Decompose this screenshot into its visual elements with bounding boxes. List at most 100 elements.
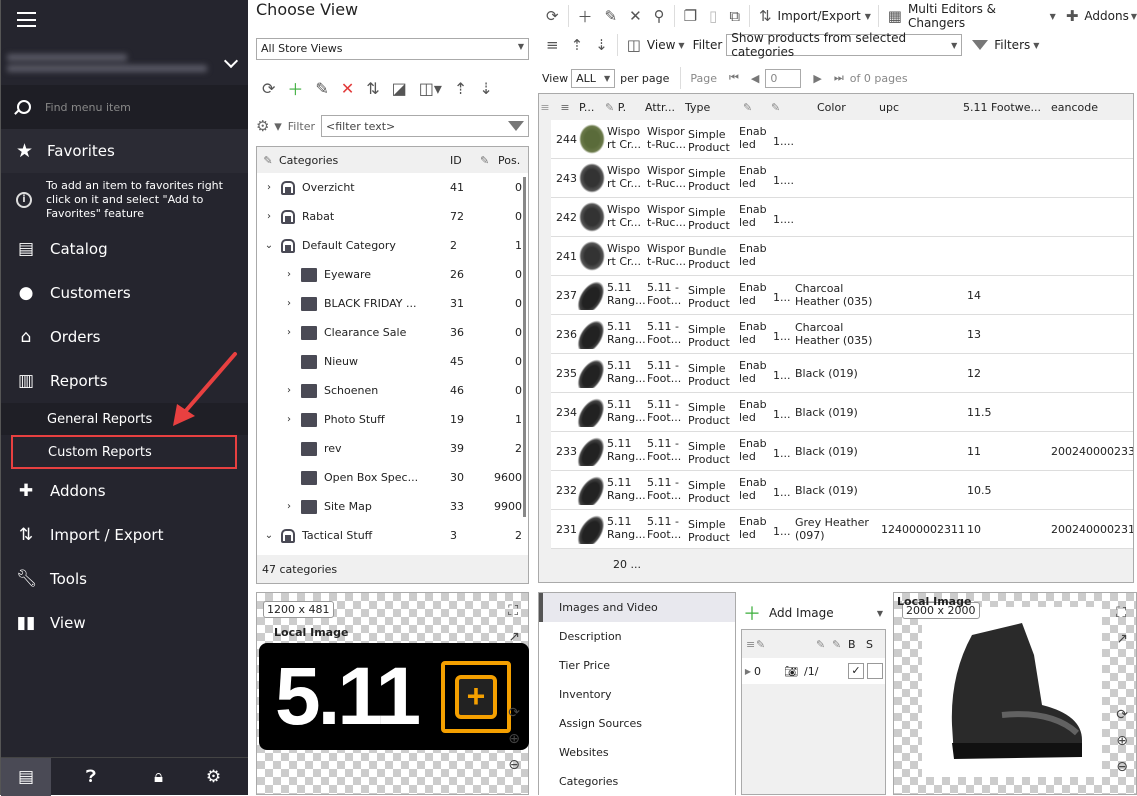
pencil-icon[interactable]: ✎ <box>743 101 771 114</box>
table-row[interactable]: 242 Wispo rt Cr... Wispor t-Ruc... Simpl… <box>551 198 1133 237</box>
header-col[interactable]: Color <box>817 101 879 114</box>
tab-tier-price[interactable]: Tier Price <box>539 651 735 680</box>
first-page-icon[interactable]: ⏮ <box>729 71 739 85</box>
zoom-in-icon[interactable]: ⊕ <box>1116 733 1128 749</box>
hamburger-menu-icon[interactable] <box>17 12 36 27</box>
table-row[interactable]: 244 Wispo rt Cr... Wispor t-Ruc... Simpl… <box>551 120 1133 159</box>
zoom-in-icon[interactable]: ⊕ <box>508 731 520 747</box>
import-export-icon[interactable]: ⇅ <box>366 79 379 98</box>
table-row[interactable]: 236 5.11 Rang... 5.11 - Foot... Simple P… <box>551 315 1133 354</box>
header-col[interactable]: Attr... <box>645 101 685 114</box>
table-row[interactable]: 232 5.11 Rang... 5.11 - Foot... Simple P… <box>551 471 1133 510</box>
chevron-right-icon[interactable]: › <box>263 211 275 222</box>
chevron-right-icon[interactable]: › <box>283 414 295 425</box>
header-col[interactable]: 5.11 Footwe... <box>963 101 1051 114</box>
chevron-right-icon[interactable]: › <box>283 385 295 396</box>
catalog-icon[interactable]: ▤ <box>1 757 51 796</box>
chevron-down-icon[interactable] <box>223 53 239 69</box>
sidebar-item-reports[interactable]: ▥ Reports <box>1 359 248 403</box>
lock-icon[interactable]: 🔒︎ <box>131 758 186 796</box>
page-input[interactable]: 0 <box>765 68 802 88</box>
edit-icon[interactable]: ✎ <box>315 79 328 98</box>
sidebar-subitem-custom-reports[interactable]: Custom Reports <box>11 435 237 469</box>
header-id[interactable]: ID <box>450 154 480 167</box>
add-image-button[interactable]: ＋ Add Image ▼ <box>743 600 883 626</box>
delete-icon[interactable]: ✕ <box>629 7 642 25</box>
refresh-icon[interactable]: ⟳ <box>262 79 275 98</box>
image-row[interactable]: ▶ 0 📷︎ /1/ ✓ <box>742 658 885 684</box>
tree-row[interactable]: ⌄ Default Category 2 1 <box>257 231 528 260</box>
sidebar-item-catalog[interactable]: ▤ Catalog <box>1 227 248 271</box>
header-small[interactable]: S <box>866 638 873 651</box>
tree-row[interactable]: › Eyeware 26 0 <box>257 260 528 289</box>
delete-icon[interactable]: ✕ <box>341 79 354 98</box>
tree-row[interactable]: › Overzicht 41 0 <box>257 173 528 202</box>
move-down-icon[interactable]: ⇣ <box>479 79 492 98</box>
sidebar-item-import-export[interactable]: ⇅ Import / Export <box>1 513 248 557</box>
per-page-select[interactable]: ALL ▼ <box>571 68 616 88</box>
tree-row[interactable]: › Site Map 33 9900 <box>257 492 528 521</box>
tab-description[interactable]: Description <box>539 622 735 651</box>
edit-icon[interactable]: ✎ <box>605 7 618 25</box>
zoom-out-icon[interactable]: ⊖ <box>1116 759 1128 775</box>
chevron-right-icon[interactable]: › <box>283 269 295 280</box>
table-row[interactable]: 237 5.11 Rang... 5.11 - Foot... Simple P… <box>551 276 1133 315</box>
sidebar-item-tools[interactable]: 🔧︎ Tools <box>1 557 248 601</box>
prev-page-icon[interactable]: ◀ <box>751 72 759 85</box>
category-filter-input[interactable]: <filter text> <box>321 115 529 137</box>
sidebar-item-favorites[interactable]: ★ Favorites <box>1 129 248 173</box>
table-row[interactable]: 235 5.11 Rang... 5.11 - Foot... Simple P… <box>551 354 1133 393</box>
header-col[interactable]: Type <box>685 101 743 114</box>
refresh-icon[interactable]: ⟳ <box>546 7 559 25</box>
table-row[interactable]: 234 5.11 Rang... 5.11 - Foot... Simple P… <box>551 393 1133 432</box>
tree-row[interactable]: › Schoenen 46 0 <box>257 376 528 405</box>
header-base[interactable]: B <box>848 638 866 651</box>
open-external-icon[interactable]: ↗ <box>1116 631 1128 647</box>
table-row[interactable]: 241 Wispo rt Cr... Wispor t-Ruc... Bundl… <box>551 237 1133 276</box>
paste-icon[interactable]: ▯ <box>709 7 717 25</box>
funnel-icon[interactable] <box>508 121 524 131</box>
move-up-icon[interactable]: ⇡ <box>571 36 584 54</box>
sidebar-item-addons[interactable]: ✚ Addons <box>1 469 248 513</box>
table-row[interactable]: 233 5.11 Rang... 5.11 - Foot... Simple P… <box>551 432 1133 471</box>
tree-row[interactable]: ⌄ Tactical Stuff 3 2 <box>257 521 528 550</box>
tree-row[interactable]: Open Box Spec... 30 9600 <box>257 463 528 492</box>
rotate-icon[interactable]: ⟳ <box>508 705 520 721</box>
multi-editors-menu[interactable]: Multi Editors & Changers <box>908 2 1046 30</box>
tab-inventory[interactable]: Inventory <box>539 680 735 709</box>
chevron-right-icon[interactable]: › <box>283 298 295 309</box>
chevron-right-icon[interactable]: › <box>263 182 275 193</box>
chevron-right-icon[interactable]: › <box>283 327 295 338</box>
view-options-icon[interactable]: ◫▾ <box>419 79 442 98</box>
view-menu[interactable]: View <box>647 38 675 52</box>
search-icon[interactable]: ⚲ <box>654 7 665 25</box>
chevron-down-icon[interactable]: ⌄ <box>263 240 275 251</box>
open-external-icon[interactable]: ↗ <box>508 629 520 645</box>
chevron-down-icon[interactable]: ⌄ <box>263 530 275 541</box>
header-col[interactable]: eancode <box>1051 101 1121 114</box>
sidebar-subitem-general-reports[interactable]: General Reports <box>1 403 248 435</box>
move-up-icon[interactable]: ⇡ <box>454 79 467 98</box>
add-icon[interactable]: ＋ <box>578 6 593 27</box>
pencil-icon[interactable]: ✎ <box>771 101 817 114</box>
settings-gear-icon[interactable]: ⚙ ▾ <box>256 117 282 135</box>
menu-search-input[interactable]: Find menu item <box>45 101 131 114</box>
column-chooser-icon[interactable]: ≡ <box>539 101 551 114</box>
last-page-icon[interactable]: ⏭ <box>834 71 844 85</box>
small-checkbox[interactable] <box>867 663 883 679</box>
move-down-icon[interactable]: ⇣ <box>595 36 608 54</box>
header-col[interactable]: P... <box>579 101 605 114</box>
actual-size-icon[interactable]: ⛶ <box>1116 605 1128 621</box>
sidebar-item-customers[interactable]: ● Customers <box>1 271 248 315</box>
tree-row[interactable]: › BLACK FRIDAY ... 31 0 <box>257 289 528 318</box>
expand-collapse-icon[interactable]: ◪ <box>392 79 407 98</box>
next-page-icon[interactable]: ▶ <box>813 72 821 85</box>
tab-images-and-video[interactable]: Images and Video <box>539 593 735 622</box>
tree-row[interactable]: rev 39 2 <box>257 434 528 463</box>
sidebar-item-view[interactable]: ▮▮ View <box>1 601 248 645</box>
sort-icon[interactable]: ≡ <box>546 36 559 54</box>
rotate-icon[interactable]: ⟳ <box>1116 707 1128 723</box>
tab-categories[interactable]: Categories <box>539 767 735 796</box>
table-row[interactable]: 243 Wispo rt Cr... Wispor t-Ruc... Simpl… <box>551 159 1133 198</box>
account-selector[interactable] <box>7 50 212 82</box>
